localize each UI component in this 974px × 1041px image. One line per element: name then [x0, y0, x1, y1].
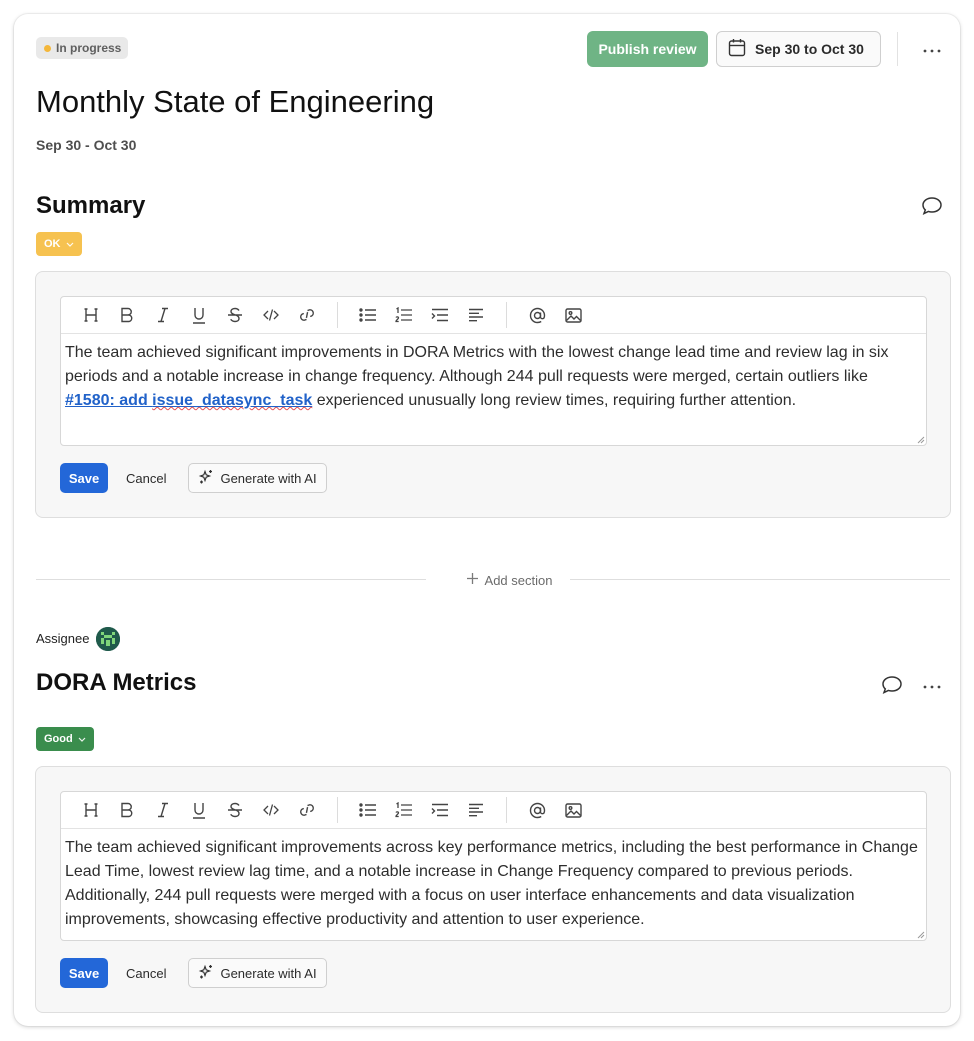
toolbar-divider [506, 302, 507, 328]
generate-with-ai-label: Generate with AI [220, 470, 317, 486]
italic-icon[interactable] [145, 795, 181, 825]
rating-dropdown-dora-metrics[interactable]: Good [36, 727, 94, 751]
summary-text-tail: experienced unusually long review times,… [312, 392, 797, 409]
date-range-button[interactable]: Sep 30 to Oct 30 [716, 31, 881, 67]
rich-text-editor[interactable]: The team achieved significant improvemen… [60, 791, 927, 941]
heading-icon[interactable] [73, 300, 109, 330]
strikethrough-icon[interactable] [217, 795, 253, 825]
more-options-button[interactable] [918, 36, 946, 62]
editor-content[interactable]: The team achieved significant improvemen… [61, 829, 926, 940]
link-icon[interactable] [289, 795, 325, 825]
more-horizontal-icon [923, 40, 941, 58]
editor-actions: Save Cancel Generate with AI [60, 958, 327, 988]
pull-request-link-name: issue_datasync_task [152, 392, 313, 409]
indent-icon[interactable] [422, 300, 458, 330]
align-left-icon[interactable] [458, 795, 494, 825]
bold-icon[interactable] [109, 300, 145, 330]
image-icon[interactable] [555, 300, 591, 330]
generate-with-ai-button[interactable]: Generate with AI [188, 958, 327, 988]
section-title-dora-metrics: DORA Metrics [36, 669, 197, 696]
generate-with-ai-button[interactable]: Generate with AI [188, 463, 327, 493]
assignee-label: Assignee [36, 631, 90, 646]
summary-text: The team achieved significant improvemen… [65, 344, 889, 385]
bullet-list-icon[interactable] [350, 300, 386, 330]
cancel-button[interactable]: Cancel [118, 463, 174, 493]
generate-with-ai-label: Generate with AI [220, 965, 317, 981]
more-horizontal-icon [923, 676, 941, 694]
toolbar-divider [337, 302, 338, 328]
numbered-list-icon[interactable] [386, 795, 422, 825]
editor-actions: Save Cancel Generate with AI [60, 463, 327, 493]
calendar-icon [728, 38, 746, 60]
status-badge[interactable]: In progress [36, 37, 129, 59]
chevron-down-icon [66, 239, 74, 249]
code-icon[interactable] [253, 795, 289, 825]
status-dot [44, 44, 51, 52]
indent-icon[interactable] [422, 795, 458, 825]
numbered-list-icon[interactable] [386, 300, 422, 330]
mention-icon[interactable] [519, 300, 555, 330]
dora-metrics-text: The team achieved significant improvemen… [65, 839, 918, 928]
mention-icon[interactable] [519, 795, 555, 825]
italic-icon[interactable] [145, 300, 181, 330]
underline-icon[interactable] [181, 300, 217, 330]
resize-grip-icon[interactable] [917, 931, 925, 939]
sparkle-icon [198, 469, 214, 488]
rich-text-editor[interactable]: The team achieved significant improvemen… [60, 296, 927, 446]
heading-icon[interactable] [73, 795, 109, 825]
divider-line [36, 579, 426, 580]
pull-request-link[interactable]: #1580: add issue_datasync_task [65, 392, 312, 409]
editor-container-dora-metrics: The team achieved significant improvemen… [35, 766, 951, 1013]
cancel-button[interactable]: Cancel [118, 958, 174, 988]
section-title-summary: Summary [36, 192, 146, 219]
pull-request-link-prefix: #1580: add [65, 392, 153, 409]
code-icon[interactable] [253, 300, 289, 330]
comment-icon[interactable] [920, 195, 944, 217]
page-date-range: Sep 30 - Oct 30 [36, 137, 137, 153]
add-section-button[interactable]: Add section [448, 569, 570, 591]
resize-grip-icon[interactable] [917, 436, 925, 444]
comment-icon[interactable] [880, 674, 904, 696]
image-icon[interactable] [555, 795, 591, 825]
save-button[interactable]: Save [60, 958, 108, 988]
sparkle-icon [198, 964, 214, 983]
bold-icon[interactable] [109, 795, 145, 825]
status-label: In progress [56, 41, 122, 55]
save-button[interactable]: Save [60, 463, 108, 493]
rating-dropdown-summary[interactable]: OK [36, 232, 82, 256]
rating-label: Good [44, 733, 73, 745]
divider-line [560, 579, 950, 580]
page-title: Monthly State of Engineering [36, 84, 435, 119]
header-divider [897, 32, 898, 66]
section-more-button[interactable] [920, 674, 944, 696]
editor-container-summary: The team achieved significant improvemen… [35, 271, 951, 518]
align-left-icon[interactable] [458, 300, 494, 330]
toolbar-divider [337, 797, 338, 823]
link-icon[interactable] [289, 300, 325, 330]
avatar[interactable] [96, 627, 120, 651]
strikethrough-icon[interactable] [217, 300, 253, 330]
chevron-down-icon [78, 734, 86, 744]
bullet-list-icon[interactable] [350, 795, 386, 825]
date-range-label: Sep 30 to Oct 30 [755, 41, 864, 57]
editor-content[interactable]: The team achieved significant improvemen… [61, 334, 926, 445]
review-card: In progress Publish review Sep 30 to Oct… [14, 14, 960, 1026]
toolbar-divider [506, 797, 507, 823]
add-section-row: Add section [36, 569, 950, 591]
editor-toolbar [61, 297, 926, 334]
publish-review-button[interactable]: Publish review [587, 31, 708, 67]
plus-icon [466, 572, 479, 588]
editor-toolbar [61, 792, 926, 829]
rating-label: OK [44, 238, 61, 250]
underline-icon[interactable] [181, 795, 217, 825]
add-section-label: Add section [484, 572, 553, 588]
